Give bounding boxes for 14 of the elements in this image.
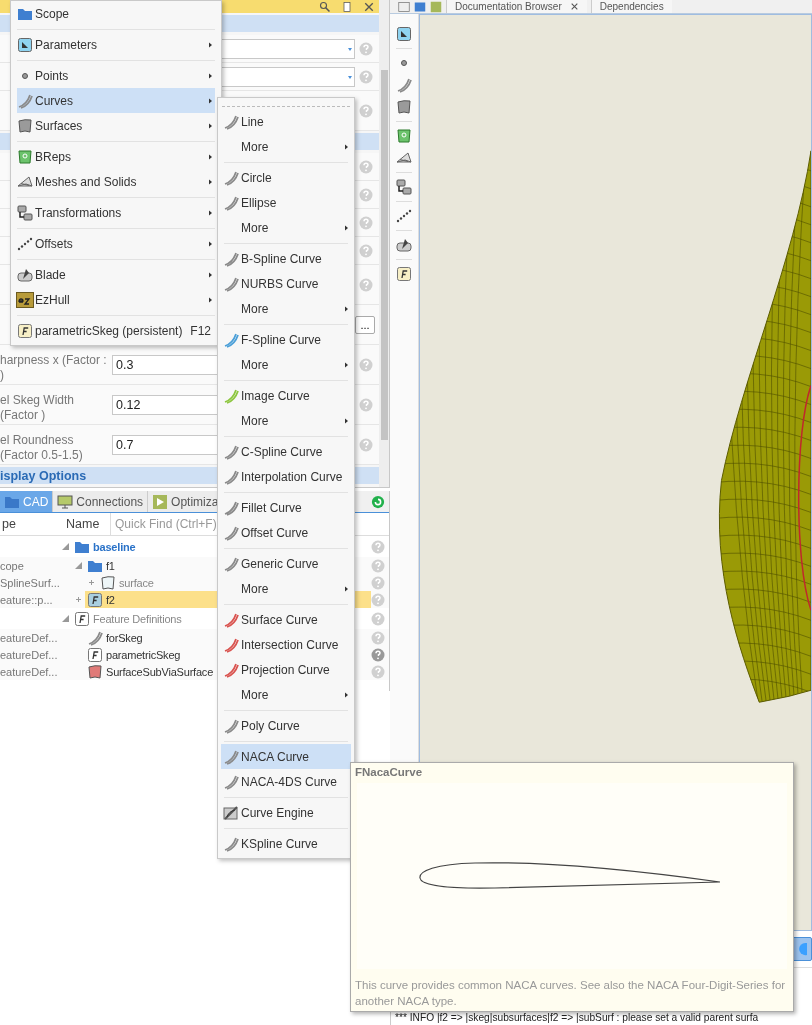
type-cell-text: eatureDef...: [0, 648, 59, 661]
type-cell: SplineSurf...: [0, 576, 60, 589]
type-cell-text: eatureDef...: [0, 631, 59, 644]
property-label: el Roundness (Factor 0.5-1.5): [0, 433, 84, 464]
type-cell-text: cope: [0, 559, 25, 572]
type-cell-text: eatureDef...: [0, 665, 59, 678]
type-cell-text: eature::p...: [0, 593, 54, 606]
log-line: *** INFO |f2 => |skeg|subsurfaces|f2 => |subSurf : please set a valid parent surfa: [395, 1012, 760, 1023]
tooltip-description: This curve provides common NACA curves. See also the NACA Four-Digit-Series for another NACA type.: [354, 978, 787, 1010]
property-label: harpness x (Factor : ): [0, 353, 108, 384]
property-label: el Skeg Width (Factor ): [0, 393, 76, 424]
tooltip-title: FNacaCurve: [354, 765, 424, 780]
section-title: isplay Options: [0, 468, 87, 483]
shortcut-label: F12: [190, 323, 211, 338]
